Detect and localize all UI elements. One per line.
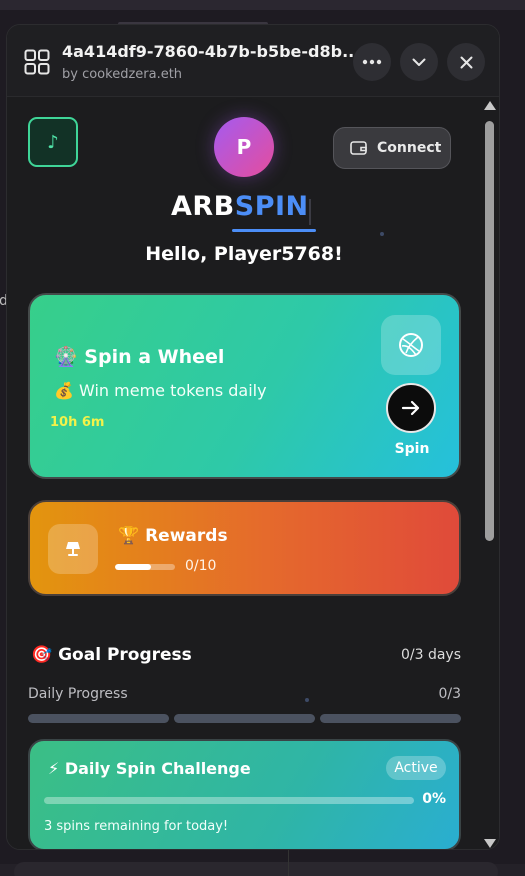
spin-card-title: 🎡 Spin a Wheel [54,346,225,368]
daily-progress-count: 0/3 [438,686,461,702]
scroll-down-arrow[interactable] [484,839,496,848]
rewards-count: 0/10 [185,558,217,574]
spin-icon-box [381,315,441,375]
challenge-progress-bar [44,797,414,804]
decor-dot [305,698,309,702]
background-divider [288,846,289,876]
spin-wheel-card[interactable]: 🎡 Spin a Wheel 💰 Win meme tokens daily 1… [28,293,461,479]
ferris-wheel-icon: 🎡 [54,346,78,368]
rewards-title: 🏆 Rewards [118,526,228,546]
money-bag-icon: 💰 [54,381,74,400]
daily-progress-label: Daily Progress [28,686,128,702]
globe-icon [399,333,423,357]
spin-timer: 10h 6m [50,415,105,430]
rewards-progress-bar [115,564,175,570]
challenge-percent: 0% [422,791,446,807]
app-logo: ARBSPIN [171,191,309,222]
rewards-progress-fill [115,564,151,570]
daily-progress-segment [174,714,315,723]
goal-progress-title: 🎯 Goal Progress [31,645,192,665]
background-topbar [0,0,525,10]
logo-underline [232,229,316,232]
music-note-icon: ♪ [47,131,59,153]
miniapp-panel: 4a414df9-7860-4b7b-b5be-d8b... by cooked… [6,24,500,850]
collapse-button[interactable] [400,43,438,81]
scroll-up-arrow[interactable] [484,101,496,110]
scrollbar[interactable] [482,101,496,849]
lightning-icon: ⚡ [48,759,60,778]
scroll-thumb[interactable] [485,121,494,541]
more-icon [362,59,382,65]
challenge-note: 3 spins remaining for today! [44,819,229,834]
target-icon: 🎯 [31,645,53,665]
decor-dot [380,232,384,236]
status-badge: Active [386,756,446,780]
logo-spin: SPIN [234,191,309,222]
greeting: Hello, Player5768! [145,243,343,265]
daily-challenge-card[interactable]: ⚡ Daily Spin Challenge Active 0% 3 spins… [28,739,461,849]
close-icon [460,56,472,68]
more-button[interactable] [353,43,391,81]
rewards-icon-box [48,524,98,574]
app-grid-icon [24,49,50,75]
wallet-icon [350,141,367,155]
spin-button[interactable] [386,383,436,433]
trophy-icon: 🏆 [118,526,140,546]
close-button[interactable] [447,43,485,81]
spin-button-label[interactable]: Spin [382,441,442,457]
chevron-down-icon [412,58,426,66]
app-title: 4a414df9-7860-4b7b-b5be-d8b... [62,42,361,61]
arrow-right-icon [401,400,420,416]
challenge-title: ⚡ Daily Spin Challenge [48,759,251,778]
goal-days: 0/3 days [400,647,461,663]
daily-progress-segment [28,714,169,723]
lamp-icon [66,542,80,556]
panel-header: 4a414df9-7860-4b7b-b5be-d8b... by cooked… [7,25,499,97]
logo-caret [309,199,311,225]
rewards-card[interactable]: 🏆 Rewards 0/10 [28,500,461,596]
app-content: ♪ P Connect ARBSPIN Hello, Player5768! 🎡… [7,97,499,849]
app-author: by cookedzera.eth [62,67,183,82]
logo-arb: ARB [171,191,235,222]
connect-wallet-button[interactable]: Connect [333,127,451,169]
avatar[interactable]: P [214,117,274,177]
connect-label: Connect [377,140,442,156]
music-toggle-button[interactable]: ♪ [28,117,78,167]
background-card [14,862,498,876]
spin-card-subtitle: 💰 Win meme tokens daily [54,381,267,400]
daily-progress-segment [320,714,461,723]
